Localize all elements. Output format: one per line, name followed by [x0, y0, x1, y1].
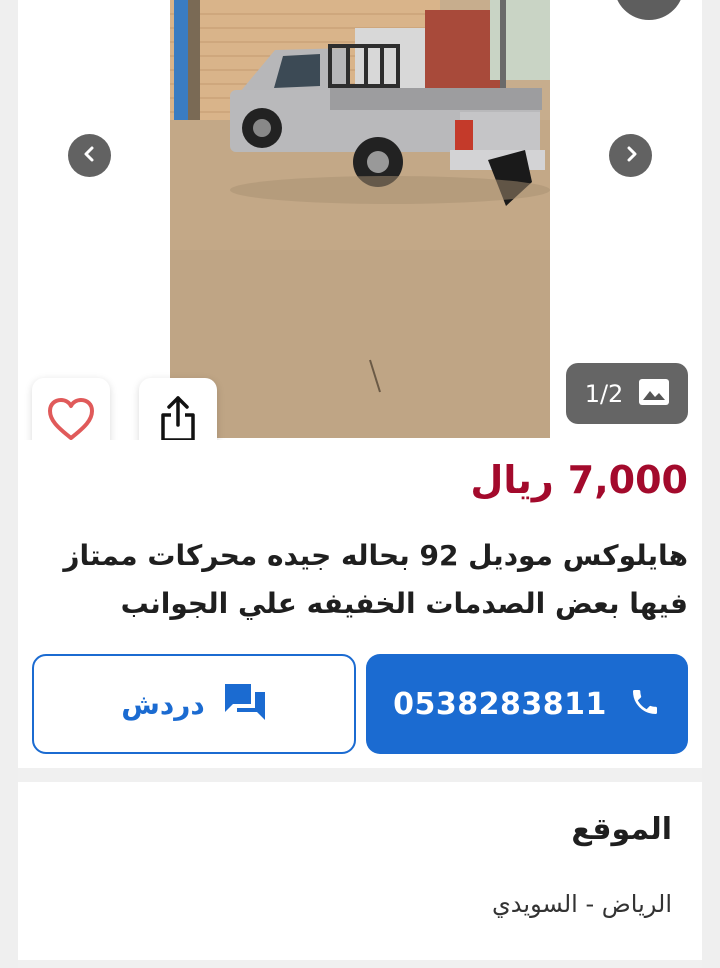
share-icon	[159, 395, 197, 440]
phone-icon	[629, 686, 661, 722]
listing-price: 7,000 ريال	[470, 458, 688, 502]
section-divider	[18, 768, 702, 782]
image-counter[interactable]: 1/2	[566, 363, 688, 424]
chat-icon	[223, 682, 267, 726]
chat-button[interactable]: دردش	[32, 654, 356, 754]
corner-control[interactable]	[614, 0, 684, 20]
listing-page: 1/2 7,000 ريال هايلوكس موديل 92 بحاله جي…	[18, 0, 702, 968]
share-button[interactable]	[139, 378, 217, 440]
chevron-right-icon	[622, 145, 640, 167]
image-gallery[interactable]: 1/2	[18, 0, 702, 440]
heart-icon	[47, 397, 95, 440]
call-button[interactable]: 0538283811	[366, 654, 688, 754]
price-currency: ريال	[470, 458, 554, 502]
prev-image-button[interactable]	[68, 134, 111, 177]
favorite-button[interactable]	[32, 378, 110, 440]
next-image-button[interactable]	[609, 134, 652, 177]
chevron-left-icon	[81, 145, 99, 167]
image-icon	[639, 378, 670, 409]
call-number: 0538283811	[393, 686, 607, 722]
location-value: الرياض - السويدي	[492, 890, 672, 918]
listing-title: هايلوكس موديل 92 بحاله جيده محركات ممتاز…	[63, 539, 688, 620]
bottom-divider	[18, 960, 702, 968]
image-counter-text: 1/2	[584, 379, 624, 408]
location-heading: الموقع	[571, 812, 672, 847]
chat-label: دردش	[121, 687, 205, 721]
price-amount: 7,000	[567, 458, 688, 502]
listing-photo[interactable]	[170, 0, 550, 438]
